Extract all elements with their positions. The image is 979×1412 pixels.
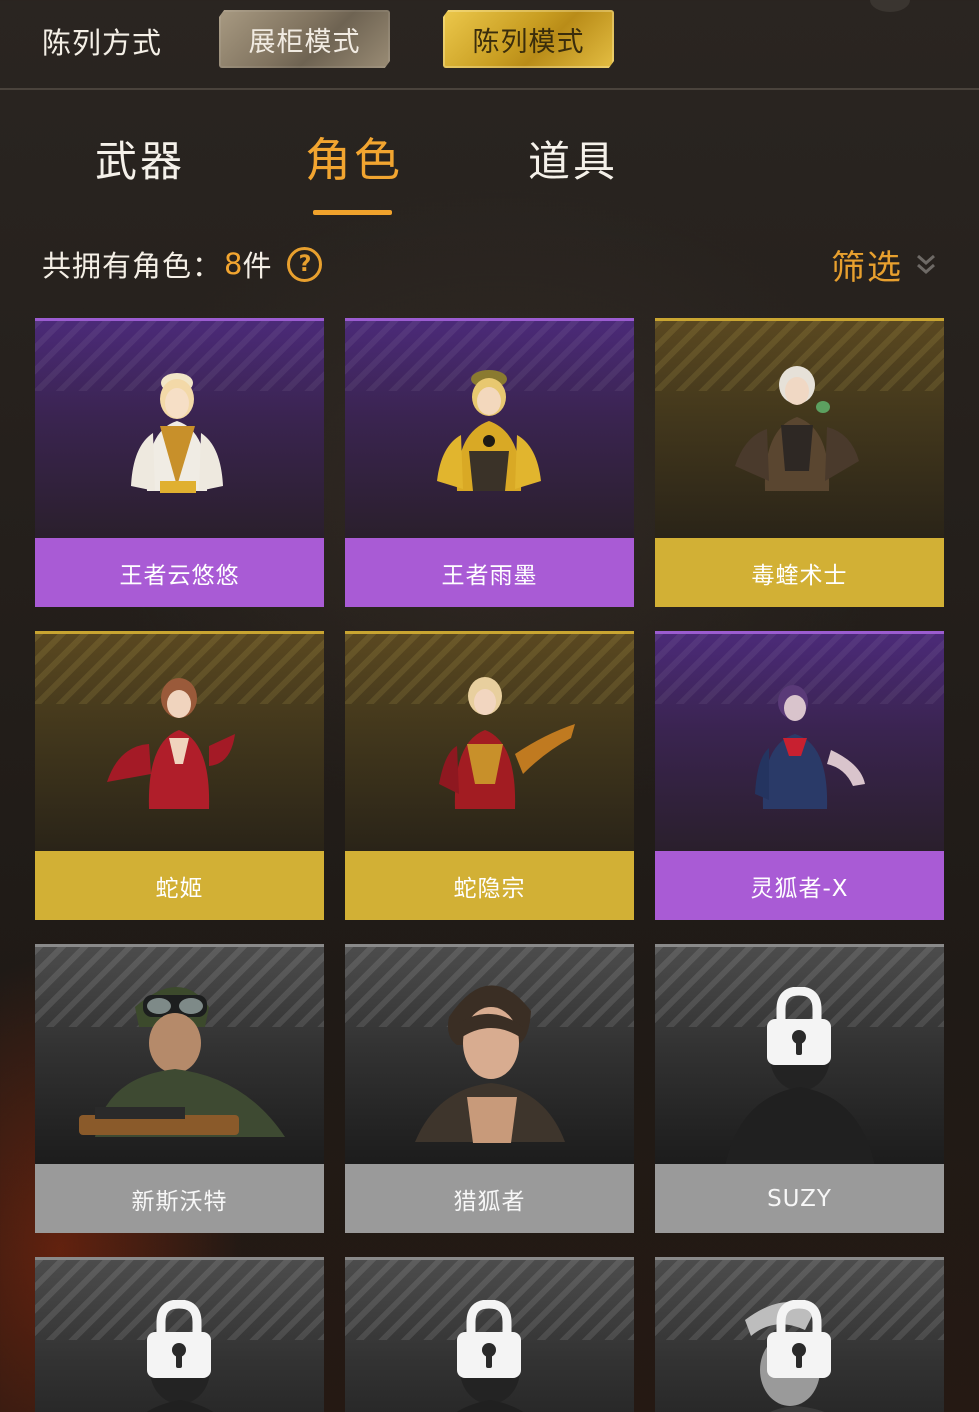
character-art [655,1257,944,1412]
character-art [655,944,944,1167]
character-art [345,944,634,1164]
character-name: 毒蝰术士 [655,538,944,607]
owned-count-row: 共拥有角色： 8 件 ? [42,244,323,284]
character-card[interactable]: 新斯沃特 [35,944,324,1233]
character-card[interactable]: 蛇隐宗 [345,631,634,920]
character-portrait [735,366,859,491]
character-portrait [437,370,541,491]
character-name: 蛇隐宗 [345,851,634,920]
character-name: 王者云悠悠 [35,538,324,607]
character-card-locked[interactable] [655,1257,944,1412]
character-portrait [79,987,285,1137]
display-mode-title: 陈列方式 [42,26,163,60]
character-card[interactable]: 王者云悠悠 [35,318,324,607]
owned-count-unit: 件 [242,249,272,283]
character-art [35,318,324,538]
character-art [345,318,634,538]
lock-icon [457,1300,521,1378]
character-name: 新斯沃特 [35,1164,324,1233]
character-art [655,318,944,538]
character-art [35,631,324,851]
active-tab-indicator [313,210,392,215]
character-name: SUZY [655,1164,944,1233]
tab-weapons[interactable]: 武器 [95,128,185,189]
character-art [655,631,944,851]
character-name: 蛇姬 [35,851,324,920]
question-circle-icon[interactable]: ? [287,246,323,282]
filter-button[interactable]: 筛选 [831,240,937,289]
character-card[interactable]: 王者雨墨 [345,318,634,607]
top-decoration [870,0,910,12]
character-portrait [755,685,865,809]
cabinet-mode-button[interactable]: 展柜模式 [219,10,390,68]
character-portrait [439,677,575,809]
character-name: 猎狐者 [345,1164,634,1233]
character-art [35,944,324,1164]
owned-count-label: 共拥有角色： [42,249,223,283]
owned-count-value: 8 [224,247,243,281]
character-card-locked[interactable]: SUZY [655,944,944,1233]
tab-characters[interactable]: 角色 [305,124,403,190]
character-art [345,631,634,851]
character-portrait [131,373,223,493]
character-art [35,1257,324,1412]
character-portrait [415,985,565,1143]
character-art [345,1257,634,1412]
character-card-locked[interactable] [35,1257,324,1412]
character-card[interactable]: 毒蝰术士 [655,318,944,607]
double-chevron-down-icon [917,254,935,274]
filter-label: 筛选 [831,248,903,288]
tab-items[interactable]: 道具 [528,128,618,189]
display-mode-bar: 陈列方式 展柜模式 陈列模式 [0,0,979,90]
character-card[interactable]: 蛇姬 [35,631,324,920]
lock-icon [147,1300,211,1378]
lock-icon [767,987,831,1065]
character-name: 王者雨墨 [345,538,634,607]
character-card-locked[interactable] [345,1257,634,1412]
character-portrait [107,678,235,809]
display-mode-button[interactable]: 陈列模式 [443,10,614,68]
character-card[interactable]: 灵狐者-X [655,631,944,920]
character-card[interactable]: 猎狐者 [345,944,634,1233]
character-name: 灵狐者-X [655,851,944,920]
lock-icon [767,1300,831,1378]
